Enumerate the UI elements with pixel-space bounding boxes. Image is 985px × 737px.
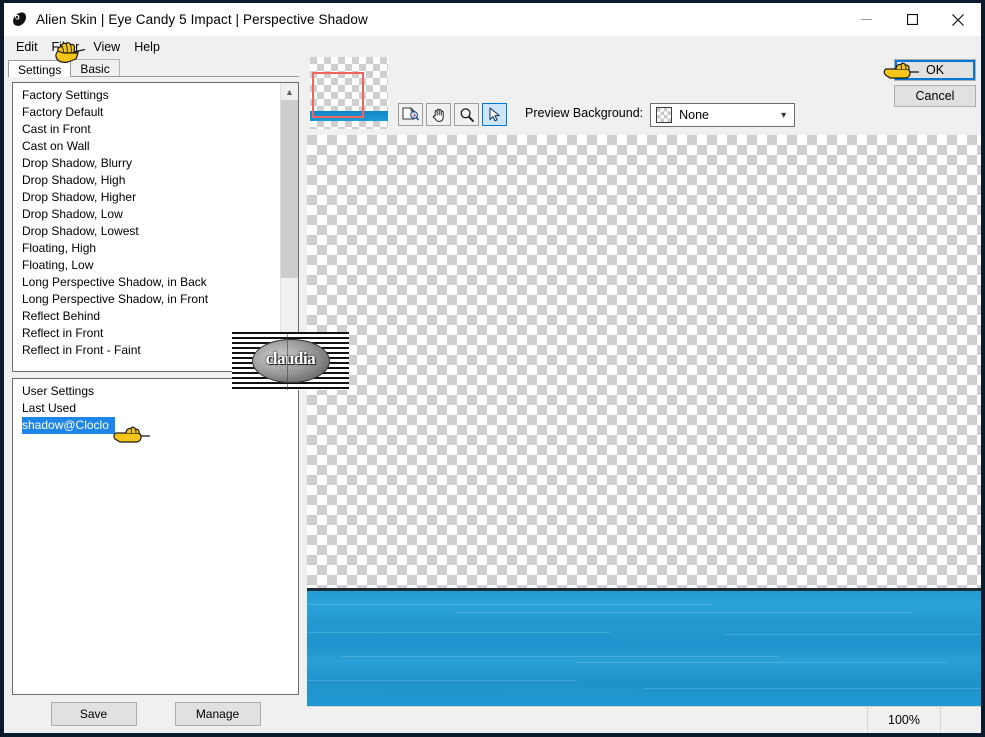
menu-item-help[interactable]: Help (128, 38, 168, 56)
preview-background-value: None (679, 108, 710, 122)
preview-panel: Preview Background: None ▾ OK Cancel 100… (307, 57, 981, 733)
cancel-button[interactable]: Cancel (894, 85, 976, 107)
user-settings-list[interactable]: User Settings Last Used shadow@Cloclo (12, 378, 299, 695)
fit-image-tool[interactable] (398, 103, 423, 126)
save-button[interactable]: Save (50, 702, 137, 726)
list-item[interactable]: Drop Shadow, Higher (13, 189, 298, 206)
list-item[interactable]: Long Perspective Shadow, in Back (13, 274, 298, 291)
tab-basic[interactable]: Basic (70, 59, 120, 76)
list-item[interactable]: Drop Shadow, Blurry (13, 155, 298, 172)
scrollbar-thumb[interactable] (281, 100, 298, 278)
maximize-button[interactable] (889, 3, 935, 36)
claudia-watermark: claudia vos tubes (232, 332, 349, 390)
chevron-down-icon[interactable]: ▾ (781, 110, 786, 121)
select-tool[interactable] (482, 103, 507, 126)
window-controls (843, 3, 981, 36)
dialog-buttons: OK Cancel (894, 59, 976, 107)
list-item-selected[interactable]: shadow@Cloclo (22, 417, 115, 434)
fit-image-icon (402, 107, 419, 120)
watermark-text: claudia (265, 348, 316, 368)
status-message (307, 707, 868, 733)
watermark-divider (286, 332, 288, 390)
list-item[interactable]: Drop Shadow, Low (13, 206, 298, 223)
window-title: Alien Skin | Eye Candy 5 Impact | Perspe… (36, 12, 368, 27)
magnifier-icon (460, 107, 474, 122)
tab-strip: Settings Basic (4, 57, 307, 77)
menu-item-edit[interactable]: Edit (10, 38, 46, 56)
close-icon (952, 13, 964, 26)
navigator-viewport-rect[interactable] (312, 72, 364, 118)
preview-background-select[interactable]: None ▾ (650, 103, 796, 127)
main-body: Settings Basic Factory Settings Factory … (4, 57, 981, 733)
minimize-button[interactable] (843, 3, 889, 36)
title-bar: Alien Skin | Eye Candy 5 Impact | Perspe… (4, 3, 981, 36)
scroll-up-icon[interactable]: ▲ (281, 83, 298, 100)
list-item[interactable]: Drop Shadow, Lowest (13, 223, 298, 240)
alien-skin-icon (13, 12, 27, 26)
tool-buttons (398, 103, 507, 126)
list-item[interactable]: Floating, Low (13, 257, 298, 274)
list-item[interactable]: Reflect Behind (13, 308, 298, 325)
pan-tool[interactable] (426, 103, 451, 126)
list-item[interactable]: Floating, High (13, 240, 298, 257)
tab-settings[interactable]: Settings (8, 60, 72, 77)
maximize-icon (906, 14, 918, 25)
list-item[interactable]: Cast in Front (13, 121, 298, 138)
ok-button[interactable]: OK (894, 59, 976, 81)
close-button[interactable] (935, 3, 981, 36)
preview-background-swatch (656, 107, 673, 123)
settings-tab-panel: Factory Settings Factory Default Cast in… (12, 76, 299, 733)
arrow-pointer-icon (488, 107, 500, 122)
preview-background-label: Preview Background: (525, 106, 644, 120)
watermark-globe: claudia vos tubes (251, 339, 330, 383)
manage-button[interactable]: Manage (174, 702, 261, 726)
list-item[interactable]: Factory Default (13, 104, 298, 121)
list-item-last-used[interactable]: Last Used (13, 400, 298, 417)
settings-panel: Settings Basic Factory Settings Factory … (4, 57, 307, 733)
factory-settings-list[interactable]: Factory Settings Factory Default Cast in… (12, 82, 299, 372)
list-item[interactable]: Factory Settings (13, 87, 298, 104)
list-item[interactable]: Cast on Wall (13, 138, 298, 155)
hand-icon (432, 108, 444, 122)
status-bar: 100% (307, 706, 981, 733)
minimize-icon (860, 19, 872, 20)
settings-list-scrollbar[interactable]: ▲ (280, 83, 298, 371)
menu-bar: Edit Filter View Help (4, 36, 981, 57)
list-item[interactable]: Long Perspective Shadow, in Front (13, 291, 298, 308)
menu-item-filter[interactable]: Filter (46, 38, 88, 56)
list-item[interactable]: Drop Shadow, High (13, 172, 298, 189)
navigator-thumbnail[interactable] (310, 57, 388, 129)
preview-canvas[interactable] (307, 135, 981, 706)
application-window: Alien Skin | Eye Candy 5 Impact | Perspe… (0, 0, 985, 737)
menu-item-view[interactable]: View (87, 38, 128, 56)
watermark-subtext: vos tubes (277, 365, 304, 372)
zoom-level: 100% (868, 707, 941, 733)
settings-action-buttons: Save Manage (12, 695, 299, 733)
preview-toolbar: Preview Background: None ▾ OK Cancel (307, 57, 981, 135)
preview-water-image (307, 588, 981, 706)
zoom-tool[interactable] (454, 103, 479, 126)
